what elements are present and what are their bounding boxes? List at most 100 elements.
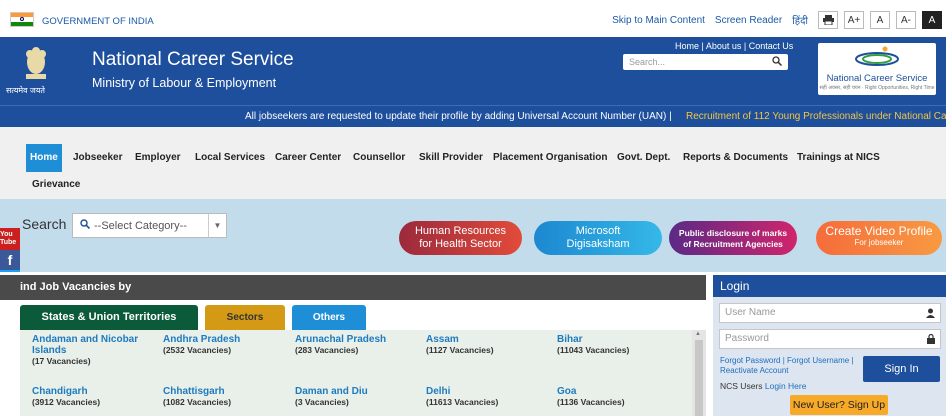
list-item[interactable]: Andhra Pradesh (2532 Vacancies) [163,334,240,355]
list-item[interactable]: Goa (1136 Vacancies) [557,386,625,407]
site-title[interactable]: National Career Service [92,49,294,71]
main-navigation: Home Jobseeker Employer Local Services C… [0,127,946,199]
state-name: Chandigarh [32,386,88,397]
high-contrast-button[interactable]: A [922,11,942,29]
font-normal-button[interactable]: A [870,11,890,29]
ticker-recruitment-notice[interactable]: Recruitment of 112 Young Professionals u… [686,106,946,127]
nav-career-center[interactable]: Career Center [271,144,345,172]
print-icon[interactable] [818,11,838,29]
vacancy-count: (11613 Vacancies) [426,397,499,407]
vacancy-count: (17 Vacancies) [32,356,91,366]
state-name: Delhi [426,386,451,397]
caret-down-icon[interactable]: ▼ [208,214,226,237]
search-strip: Search --Select Category-- ▼ Human Resou… [0,199,946,272]
vacancy-count: (283 Vacancies) [295,345,359,355]
user-icon [926,304,935,324]
hr-health-sector-button[interactable]: Human Resources for Health Sector [399,221,522,255]
youtube-icon[interactable]: You Tube [0,228,20,250]
nav-local-services[interactable]: Local Services [191,144,269,172]
site-search-input[interactable]: Search... [623,54,788,70]
accessibility-bar: Skip to Main Content Screen Reader हिंदी… [612,11,942,29]
nav-counsellor[interactable]: Counsellor [349,144,409,172]
lock-icon [927,330,935,350]
list-item[interactable]: Delhi (11613 Vacancies) [426,386,498,407]
public-disclosure-line1: Public disclosure of marks [678,228,788,238]
state-name: Andhra Pradesh [163,334,241,345]
list-item[interactable]: Chhattisgarh (1082 Vacancies) [163,386,231,407]
tab-states-union-territories[interactable]: States & Union Territories [20,305,198,330]
video-profile-line2: For jobseeker [854,238,904,247]
hindi-language-link[interactable]: हिंदी [792,13,808,27]
username-placeholder: User Name [725,307,776,318]
nav-trainings-at-nics[interactable]: Trainings at NICS [793,144,884,172]
list-item[interactable]: Arunachal Pradesh (283 Vacancies) [295,334,386,355]
vacancy-scrollbar[interactable]: ▲ [692,330,706,416]
top-links[interactable]: Home | About us | Contact Us [675,41,793,51]
ncs-logo-tagline: सही अवसर, सही चयन · Right Opportunities,… [819,85,935,91]
ticker-uan-notice[interactable]: All jobseekers are requested to update t… [245,106,672,127]
search-icon [73,219,91,232]
vacancy-count: (3912 Vacancies) [32,397,101,407]
site-header: सत्यमेव जयते National Career Service Min… [0,37,946,105]
list-item[interactable]: Andaman and Nicobar Islands (17 Vacancie… [32,334,152,366]
nav-placement-organisation[interactable]: Placement Organisation [489,144,611,172]
nav-home[interactable]: Home [26,144,62,172]
list-item[interactable]: Assam (1127 Vacancies) [426,334,494,355]
government-strip: GOVERNMENT OF INDIA Skip to Main Content… [0,0,946,37]
nav-reports-documents[interactable]: Reports & Documents [679,144,792,172]
font-decrease-button[interactable]: A- [896,11,916,29]
list-item[interactable]: Bihar (11043 Vacancies) [557,334,629,355]
job-vacancies-panel: ind Job Vacancies by States & Union Terr… [0,272,706,416]
tab-sectors[interactable]: Sectors [205,305,285,330]
vacancy-count: (1082 Vacancies) [163,397,232,407]
ncs-logo[interactable]: National Career Service सही अवसर, सही चय… [818,43,936,95]
login-here-link[interactable]: Login Here [765,381,807,391]
scrollbar-thumb[interactable] [695,340,703,416]
category-select[interactable]: --Select Category-- ▼ [72,213,227,238]
username-field[interactable]: User Name [719,303,941,323]
state-name: Arunachal Pradesh [295,334,387,345]
new-user-sign-up-button[interactable]: New User? Sign Up [790,395,888,415]
vacancy-count: (2532 Vacancies) [163,345,232,355]
vacancy-count: (11043 Vacancies) [557,345,630,355]
nav-skill-provider[interactable]: Skill Provider [415,144,487,172]
search-icon[interactable] [772,56,783,68]
state-name: Daman and Diu [295,386,368,397]
ncs-swirl-icon [855,46,899,66]
microsoft-line2: Digisaksham [566,238,630,250]
font-increase-button[interactable]: A+ [844,11,864,29]
screen-reader-link[interactable]: Screen Reader [715,15,782,26]
satyamev-jayate-label: सत्यमेव जयते [6,86,45,95]
video-profile-line1: Create Video Profile [825,224,933,238]
ncs-users-login: NCS Users Login Here [720,381,806,391]
state-name: Chhattisgarh [163,386,225,397]
facebook-icon[interactable]: f [0,250,20,270]
site-search-placeholder: Search... [629,57,666,67]
skip-to-main-content-link[interactable]: Skip to Main Content [612,15,705,26]
nav-grievance[interactable]: Grievance [32,179,80,190]
news-ticker: All jobseekers are requested to update t… [0,105,946,127]
vacancy-count: (3 Vacancies) [295,397,349,407]
microsoft-digisaksham-button[interactable]: Microsoft Digisaksham [534,221,662,255]
sign-in-button[interactable]: Sign In [863,356,940,382]
government-of-india-label: GOVERNMENT OF INDIA [42,16,154,27]
vacancy-count: (1127 Vacancies) [426,345,494,355]
nav-employer[interactable]: Employer [131,144,185,172]
nav-govt-dept[interactable]: Govt. Dept. [613,144,674,172]
create-video-profile-button[interactable]: Create Video Profile For jobseeker [816,221,942,255]
public-disclosure-button[interactable]: Public disclosure of marks of Recruitmen… [669,221,797,255]
state-name: Goa [557,386,577,397]
password-field[interactable]: Password [719,329,941,349]
category-select-placeholder: --Select Category-- [94,219,187,232]
tab-others[interactable]: Others [292,305,366,330]
search-label: Search [22,216,67,232]
login-form: User Name Password Forgot Password | For… [713,297,946,416]
list-item[interactable]: Chandigarh (3912 Vacancies) [32,386,100,407]
ncs-logo-name: National Career Service [826,73,928,84]
hr-health-sector-line1: Human Resources [414,225,507,237]
nav-jobseeker[interactable]: Jobseeker [69,144,126,172]
hr-health-sector-line2: for Health Sector [419,238,502,250]
scroll-up-icon[interactable]: ▲ [695,331,701,337]
forgot-credentials-links[interactable]: Forgot Password | Forgot Username | Reac… [720,356,858,376]
list-item[interactable]: Daman and Diu (3 Vacancies) [295,386,368,407]
